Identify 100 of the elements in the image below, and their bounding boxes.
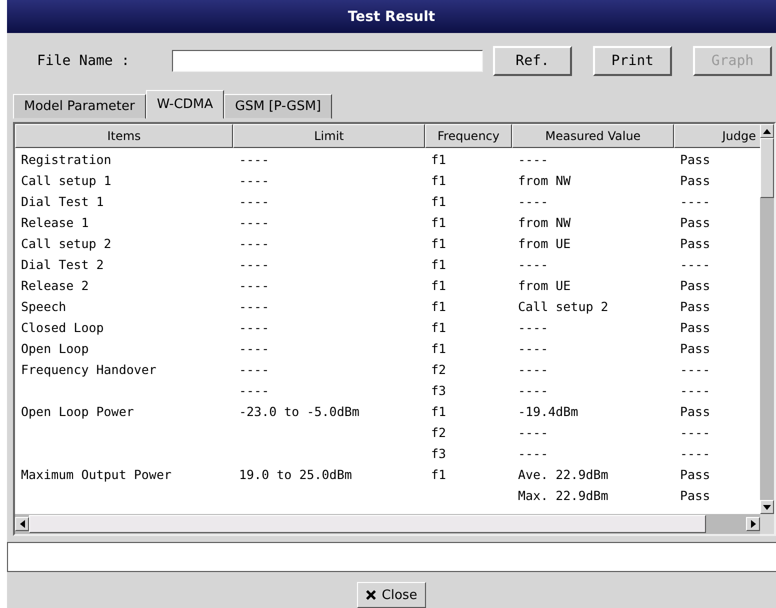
table-cell-text: f1	[430, 341, 448, 356]
table-cell-text: Pass	[679, 404, 712, 419]
scrollbar-thumb[interactable]	[760, 138, 774, 198]
column-header[interactable]: Frequency	[425, 124, 512, 148]
table-cell-text: ----	[517, 362, 550, 377]
status-field[interactable]	[7, 542, 776, 572]
table-cell-text: Pass	[679, 236, 712, 251]
table-cell-text: Open Loop Power	[20, 404, 135, 419]
table-cell-text: ----	[679, 257, 712, 272]
table-cell-text: ----	[679, 425, 712, 440]
table-cell-text: 19.0 to 25.0dBm	[238, 467, 353, 482]
table-cell-text: Pass	[679, 278, 712, 293]
table-cell-text: Dial Test 1	[20, 194, 105, 209]
close-button[interactable]: Close	[356, 582, 426, 608]
table-cell-text: f1	[430, 404, 448, 419]
tab[interactable]: GSM [P-GSM]	[224, 94, 332, 119]
table-cell-text: ----	[517, 152, 550, 167]
table-cell-text: f1	[430, 194, 448, 209]
table-cell-text: Closed Loop	[20, 320, 105, 335]
column-header[interactable]: Measured Value	[512, 124, 674, 148]
table-cell-text: f1	[430, 278, 448, 293]
scroll-down-icon[interactable]	[763, 504, 771, 510]
table-cell-text: Open Loop	[20, 341, 90, 356]
table-cell-text: ----	[238, 173, 270, 188]
table-cell-text: f3	[430, 446, 448, 461]
table-cell-text: Maximum Output Power	[20, 467, 173, 482]
table-cell-text: -19.4dBm	[517, 404, 580, 419]
table-cell-text: Pass	[679, 299, 712, 314]
table-cell-text: ----	[517, 425, 550, 440]
scroll-up-icon[interactable]	[763, 128, 771, 134]
horizontal-scrollbar[interactable]	[15, 514, 760, 534]
column-header[interactable]: Judge	[674, 124, 760, 148]
scroll-right-icon[interactable]	[750, 520, 756, 528]
table-cell-text: f2	[430, 362, 448, 377]
table-cell-text: ----	[517, 341, 550, 356]
table-cell-text: ----	[238, 194, 270, 209]
file-name-field[interactable]	[172, 50, 483, 72]
table-cell-text: Speech	[20, 299, 68, 314]
table-cell-text: Pass	[679, 215, 712, 230]
table-cell-text: f1	[430, 152, 448, 167]
table-cell-text: ----	[238, 383, 270, 398]
window-title: Test Result	[7, 0, 776, 33]
table-cell-text: Max. 22.9dBm	[517, 488, 610, 503]
close-icon	[366, 590, 376, 600]
table-cell-text: ----	[517, 194, 550, 209]
table-cell-text: from UE	[517, 236, 572, 251]
table-cell-text: from NW	[517, 173, 572, 188]
table-cell-text: f1	[430, 236, 448, 251]
table-cell-text: Ave. 22.9dBm	[517, 467, 610, 482]
table-cell-text: ----	[679, 362, 712, 377]
table-cell-text: f1	[430, 173, 448, 188]
table-cell-text: from UE	[517, 278, 572, 293]
tab[interactable]: W-CDMA	[146, 90, 224, 119]
table-cell-text: ----	[517, 446, 550, 461]
table-cell-text: ----	[517, 383, 550, 398]
scroll-left-icon[interactable]	[20, 520, 24, 528]
table-cell-text: ----	[238, 215, 270, 230]
table-cell-text: Dial Test 2	[20, 257, 105, 272]
table-cell-text: Call setup 2	[517, 299, 610, 314]
table-cell-text: f1	[430, 467, 448, 482]
table-cell-text: ----	[238, 299, 270, 314]
table-cell-text: f1	[430, 299, 448, 314]
table-cell-text: ----	[517, 320, 550, 335]
table-cell-text: from NW	[517, 215, 572, 230]
table-cell-text: ----	[679, 194, 712, 209]
table-cell-text: Call setup 1	[20, 173, 112, 188]
scrollbar-thumb[interactable]	[29, 515, 706, 533]
table-cell-text: Registration	[20, 152, 112, 167]
table-cell-text: ----	[517, 257, 550, 272]
table-cell-text: Release 2	[20, 278, 90, 293]
table-cell-text: Release 1	[20, 215, 90, 230]
table-cell-text: Pass	[679, 488, 712, 503]
table-cell-text: Pass	[679, 152, 712, 167]
table-cell-text: ----	[238, 278, 270, 293]
table-cell-text: ----	[238, 341, 270, 356]
table-cell-text: ----	[238, 236, 270, 251]
table-cell-text: ----	[679, 383, 712, 398]
table-cell-text: ----	[238, 362, 270, 377]
column-header[interactable]: Items	[15, 124, 233, 148]
table-cell-text: Frequency Handover	[20, 362, 158, 377]
toolbar-button[interactable]: Print	[593, 46, 672, 76]
table-cell-text: Pass	[679, 467, 712, 482]
table-cell-text: Pass	[679, 320, 712, 335]
tab[interactable]: Model Parameter	[13, 94, 146, 119]
table-cell-text: Pass	[679, 173, 712, 188]
table-cell-text: ----	[238, 320, 270, 335]
table-cell-text: ----	[238, 152, 270, 167]
table-cell-text: f2	[430, 425, 448, 440]
toolbar-button[interactable]: Ref.	[493, 46, 572, 76]
table-cell-text: f3	[430, 383, 448, 398]
table-cell-text: f1	[430, 257, 448, 272]
table-cell-text: f1	[430, 320, 448, 335]
file-name-label: File Name :	[37, 53, 131, 69]
table-cell-text: f1	[430, 215, 448, 230]
table-cell-text: ----	[238, 257, 270, 272]
column-header[interactable]: Limit	[233, 124, 425, 148]
table-cell-text: Call setup 2	[20, 236, 112, 251]
table-cell-text: Pass	[679, 341, 712, 356]
table-cell-text: ----	[679, 446, 712, 461]
vertical-scrollbar[interactable]	[760, 124, 774, 514]
